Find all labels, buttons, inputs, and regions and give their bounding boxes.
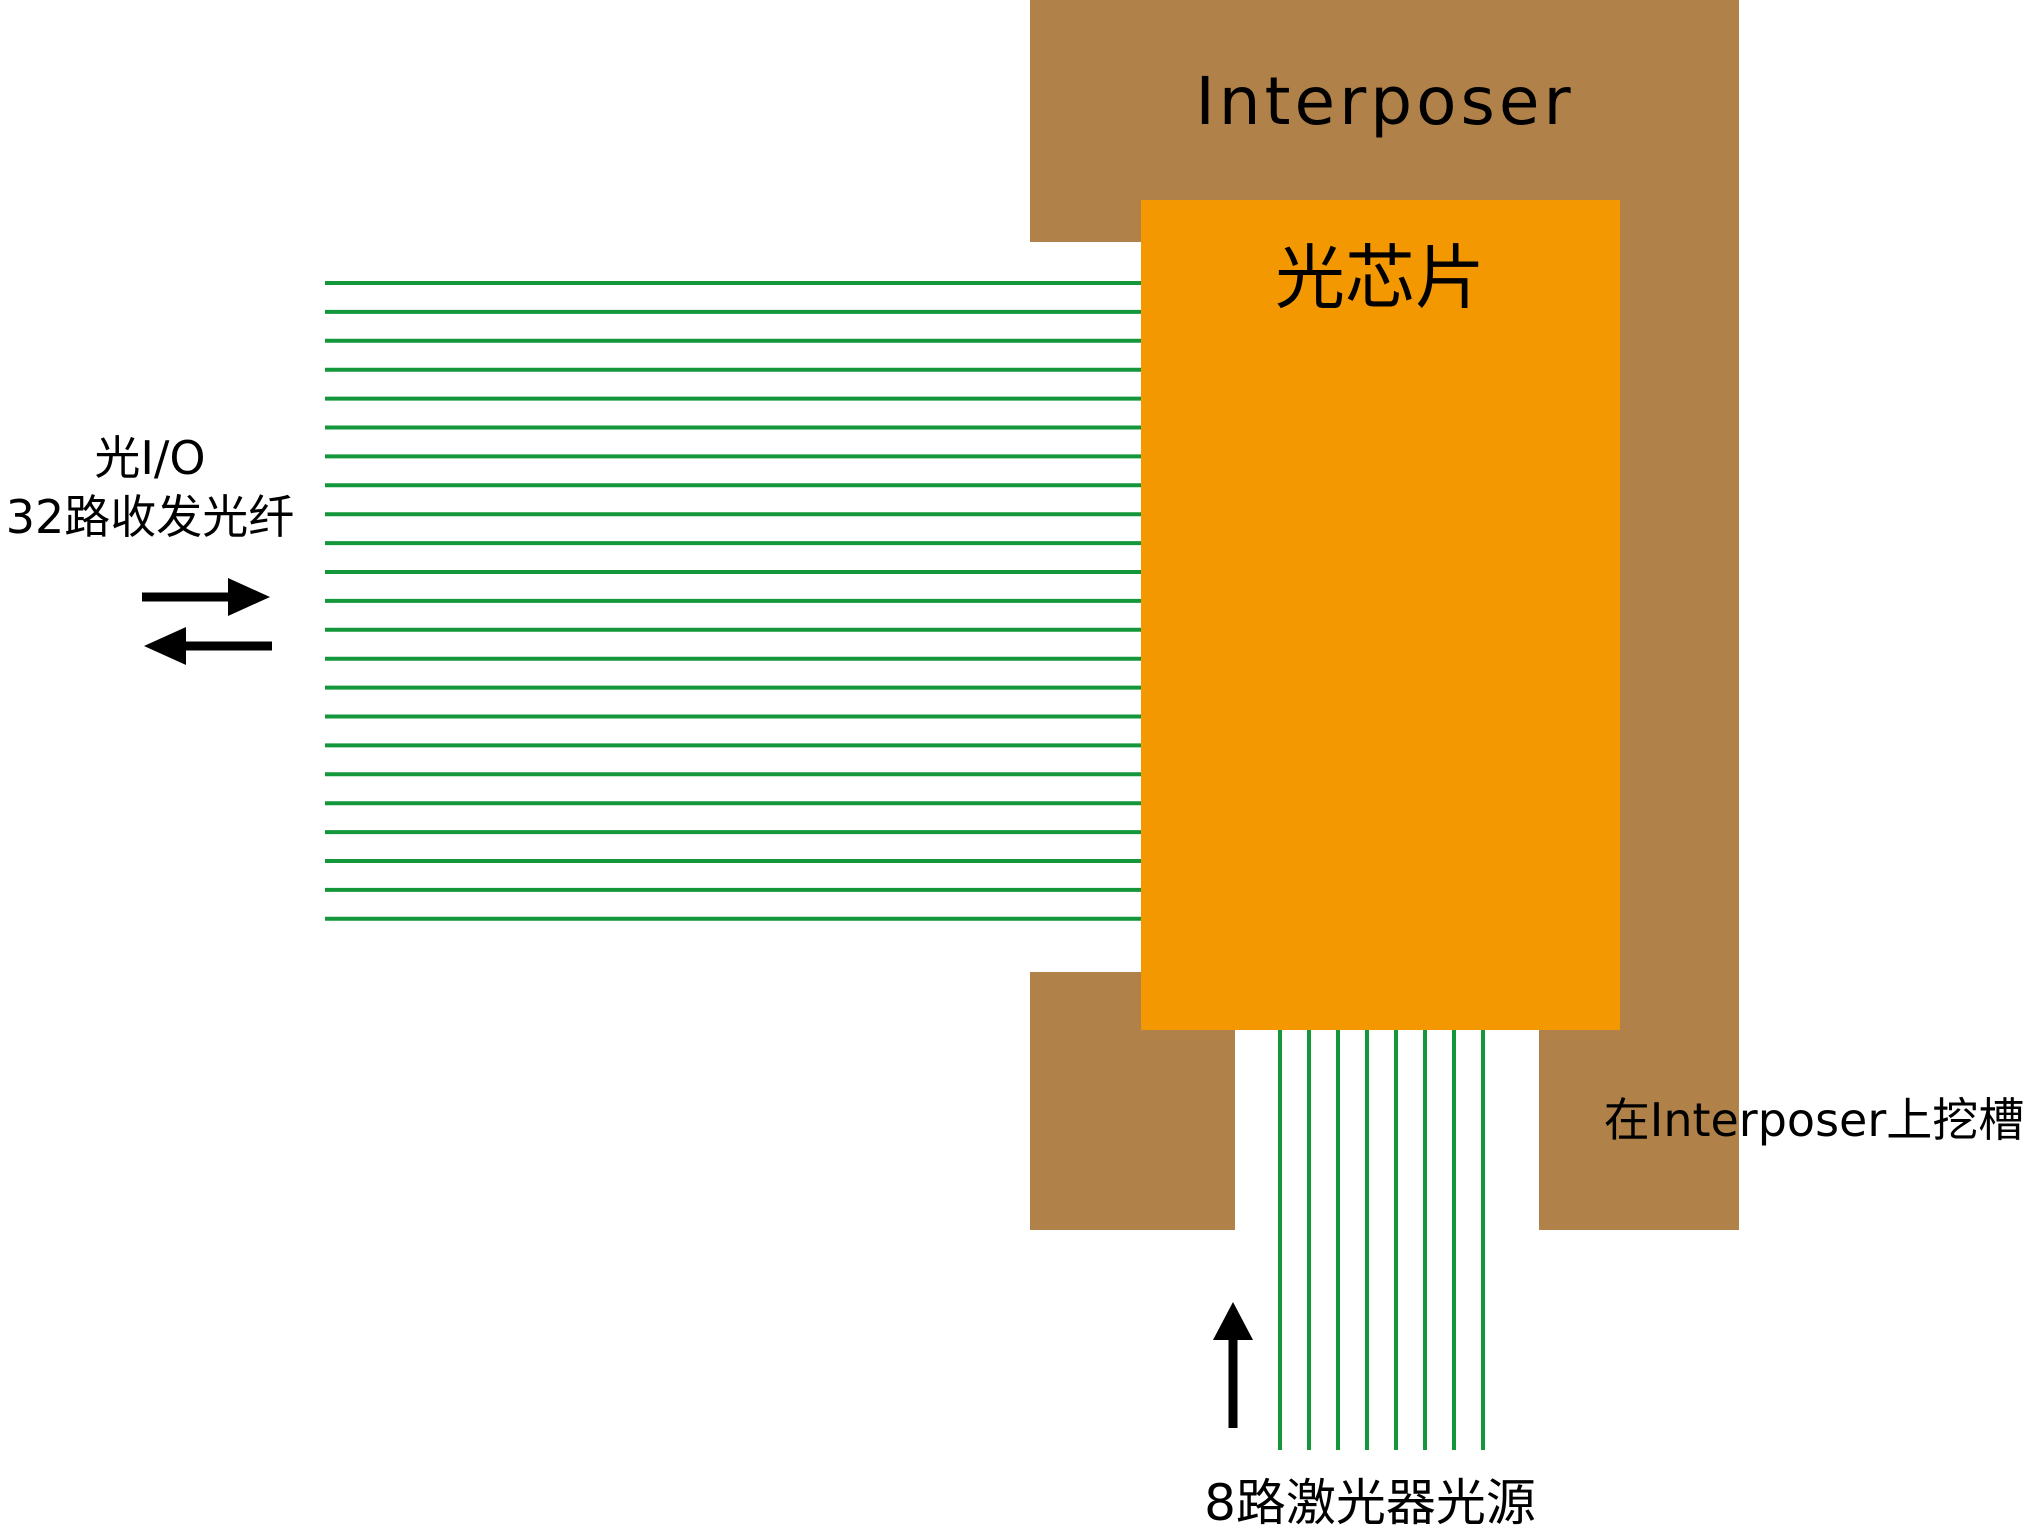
photonic-chip bbox=[1141, 200, 1620, 1030]
up-arrow-icon bbox=[1213, 1302, 1253, 1428]
bidirectional-arrow-icon bbox=[142, 578, 272, 665]
chip-label: 光芯片 bbox=[1275, 237, 1485, 319]
groove-label: 在Interposer上挖槽 bbox=[1604, 1093, 2025, 1147]
interposer-photonic-diagram: Interposer 光芯片 光I/O 32路收发光纤 在Interposer上… bbox=[6, 0, 2025, 1526]
optical-io-label-line2: 32路收发光纤 bbox=[6, 490, 295, 544]
optical-io-label-line1: 光I/O bbox=[94, 431, 205, 485]
interposer-label: Interposer bbox=[1195, 63, 1574, 140]
laser-source-label: 8路激光器光源 bbox=[1204, 1474, 1536, 1526]
optical-io-fibers bbox=[325, 281, 1141, 921]
